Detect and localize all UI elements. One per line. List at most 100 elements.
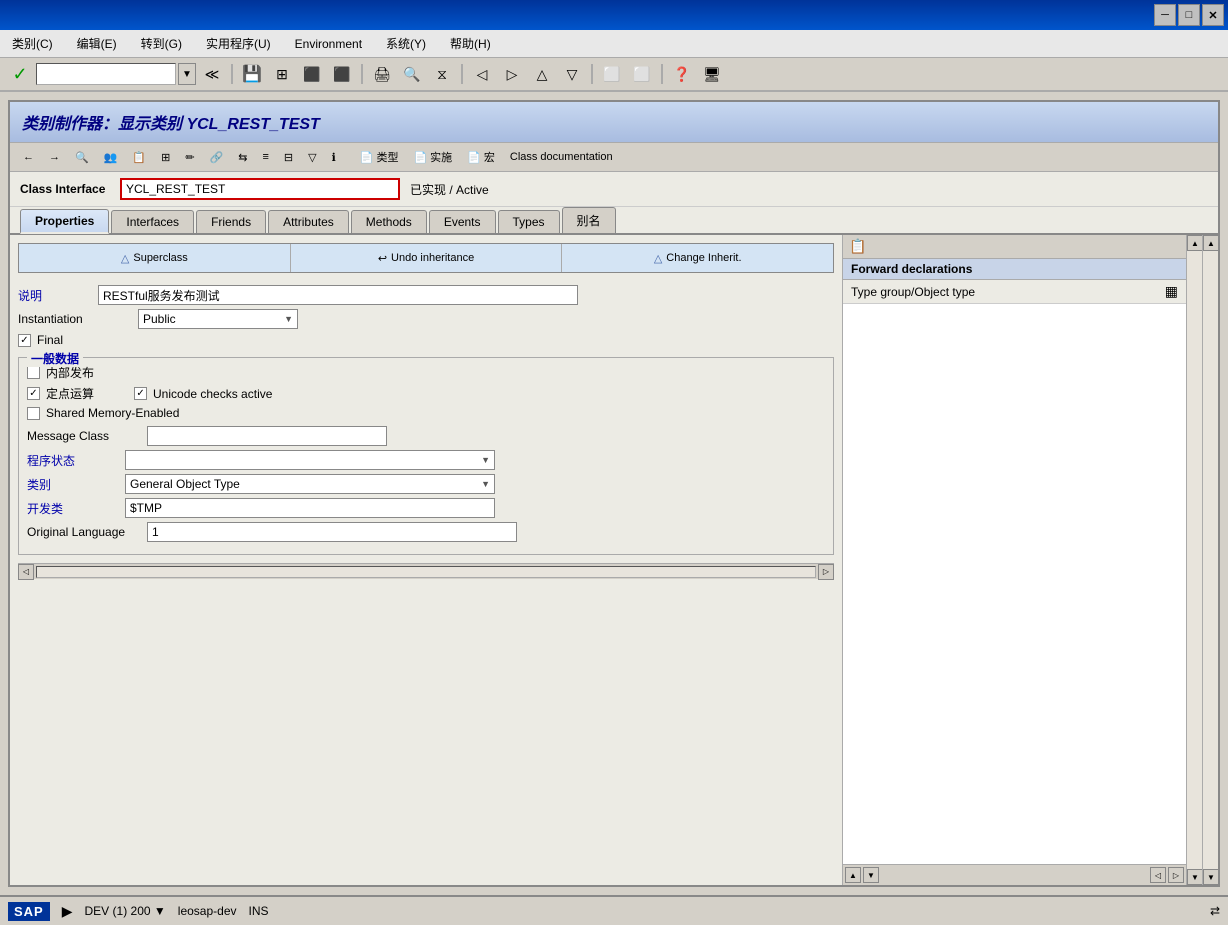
main-area: 类别制作器：显示类别 YCL_REST_TEST ← → 🔍 👥 📋 ⊞ [0,92,1228,895]
nav-up-icon: △ [537,66,548,83]
window2-icon: ⬜ [633,66,650,83]
window1-button[interactable]: ⬜ [598,61,626,87]
menu-shi-yong[interactable]: 实用程序(U) [202,33,275,54]
right-scroll-left[interactable]: ◁ [1150,867,1166,883]
table-icon: ⊟ [284,151,293,164]
stop-button[interactable]: ⬛ [298,61,326,87]
shared-memory-checkbox[interactable] [27,407,40,420]
instantiation-dropdown[interactable]: Public ▼ [138,309,298,329]
superclass-button[interactable]: △ Superclass [19,244,291,272]
type-group-label: Type group/Object type [851,285,1165,299]
fixed-point-checkbox[interactable]: ✓ [27,387,40,400]
help-button[interactable]: ❓ [668,61,696,87]
undo-inherit-button[interactable]: ↩ Undo inheritance [291,244,563,272]
toolbar-sep-4 [591,64,593,84]
layout-btn[interactable]: ⊞ [154,146,177,168]
tab-methods[interactable]: Methods [351,210,427,233]
main-vs-up[interactable]: ▲ [1203,235,1218,251]
menu-xi-tong[interactable]: 系统(Y) [382,33,430,54]
table-btn[interactable]: ⊟ [277,146,300,168]
shortcut-button[interactable]: ⊞ [268,61,296,87]
right-vertical-scrollbar[interactable]: ▲ ▼ [1186,235,1202,885]
list-btn[interactable]: ≡ [255,146,275,168]
nav-up-button[interactable]: △ [528,61,556,87]
right-scroll-up[interactable]: ▲ [845,867,861,883]
h-scroll-track[interactable] [36,566,816,578]
save-button[interactable]: 💾 [238,61,266,87]
class-type-btn[interactable]: 📄 类型 [353,146,406,168]
main-vs-down[interactable]: ▼ [1203,869,1218,885]
nav-back-btn[interactable]: ← [16,146,41,168]
h-scrollbar[interactable]: ◁ ▷ [18,563,834,579]
system-dropdown-arrow[interactable]: ▼ [154,904,166,918]
dev-class-input[interactable]: $TMP [125,498,495,518]
macro-btn[interactable]: 📄 宏 [460,146,502,168]
description-input[interactable] [98,285,578,305]
info-icon: ℹ [332,151,336,164]
class-doc-btn[interactable]: Class documentation [503,146,620,168]
command-input[interactable] [36,63,176,85]
nav-fwd-icon: → [49,151,60,163]
filter-btn[interactable]: ▽ [301,146,323,168]
tab-interfaces[interactable]: Interfaces [111,210,194,233]
message-class-row: Message Class [27,426,825,446]
copy-btn[interactable]: 📋 [125,146,153,168]
close-button[interactable]: ✕ [1202,4,1224,26]
info-btn[interactable]: ℹ [325,146,343,168]
find-next-button[interactable]: ⧖ [428,61,456,87]
menu-environment[interactable]: Environment [291,35,366,53]
check-button[interactable]: ✓ [6,61,34,87]
tab-attributes[interactable]: Attributes [268,210,349,233]
minimize-button[interactable]: ─ [1154,4,1176,26]
nav-left-button[interactable]: ◁ [468,61,496,87]
magnify-btn[interactable]: 🔍 [68,146,96,168]
nav-right-button[interactable]: ▷ [498,61,526,87]
unicode-checkbox[interactable]: ✓ [134,387,147,400]
edit-btn[interactable]: ✏ [178,146,201,168]
right-scroll-right[interactable]: ▷ [1168,867,1184,883]
transfer-btn[interactable]: ⇆ [231,146,254,168]
back-button[interactable]: ≪ [198,61,226,87]
nav-fwd-btn[interactable]: → [42,146,67,168]
cancel-button[interactable]: ⬛ [328,61,356,87]
play-icon[interactable]: ▶ [62,903,73,920]
main-vertical-scrollbar[interactable]: ▲ ▼ [1202,235,1218,885]
tab-events[interactable]: Events [429,210,496,233]
message-class-input[interactable] [147,426,387,446]
status-nav-icon: ⇄ [1210,904,1220,918]
nav-down-button[interactable]: ▽ [558,61,586,87]
tab-properties[interactable]: Properties [20,209,109,234]
tab-friends[interactable]: Friends [196,210,266,233]
final-checkbox[interactable]: ✓ [18,334,31,347]
program-status-dropdown[interactable]: ▼ [125,450,495,470]
monitor-button[interactable]: 🖥 [698,61,726,87]
type-group-row: Type group/Object type ▦ [843,280,1186,304]
change-inherit-button[interactable]: △ Change Inherit. [562,244,833,272]
category-dropdown[interactable]: General Object Type ▼ [125,474,495,494]
h-scroll-left-btn[interactable]: ◁ [18,564,34,580]
ref-btn[interactable]: 🔗 [203,146,231,168]
menu-bang-zhu[interactable]: 帮助(H) [446,33,495,54]
tab-types[interactable]: Types [498,210,560,233]
tab-aliases[interactable]: 别名 [562,207,616,233]
window2-button[interactable]: ⬜ [628,61,656,87]
right-scroll-controls: ▲ ▼ ◁ ▷ [843,864,1186,885]
toolbar-sep-1 [231,64,233,84]
menu-bian-ji[interactable]: 编辑(E) [73,33,121,54]
shared-memory-label: Shared Memory-Enabled [46,406,179,420]
h-scroll-right-btn[interactable]: ▷ [818,564,834,580]
users-btn[interactable]: 👥 [97,146,125,168]
menu-zhuan-dao[interactable]: 转到(G) [137,33,186,54]
implementation-btn[interactable]: 📄 实施 [406,146,459,168]
right-scroll-down[interactable]: ▼ [863,867,879,883]
find-button[interactable]: 🔍 [398,61,426,87]
internal-publish-checkbox[interactable] [27,366,40,379]
original-lang-input[interactable]: 1 [147,522,517,542]
vs-down-btn[interactable]: ▼ [1187,869,1202,885]
print-button[interactable]: 🖨 [368,61,396,87]
class-interface-input[interactable] [120,178,400,200]
vs-up-btn[interactable]: ▲ [1187,235,1202,251]
menu-lei-bie[interactable]: 类别(C) [8,33,57,54]
command-dropdown[interactable]: ▼ [178,63,196,85]
maximize-button[interactable]: □ [1178,4,1200,26]
